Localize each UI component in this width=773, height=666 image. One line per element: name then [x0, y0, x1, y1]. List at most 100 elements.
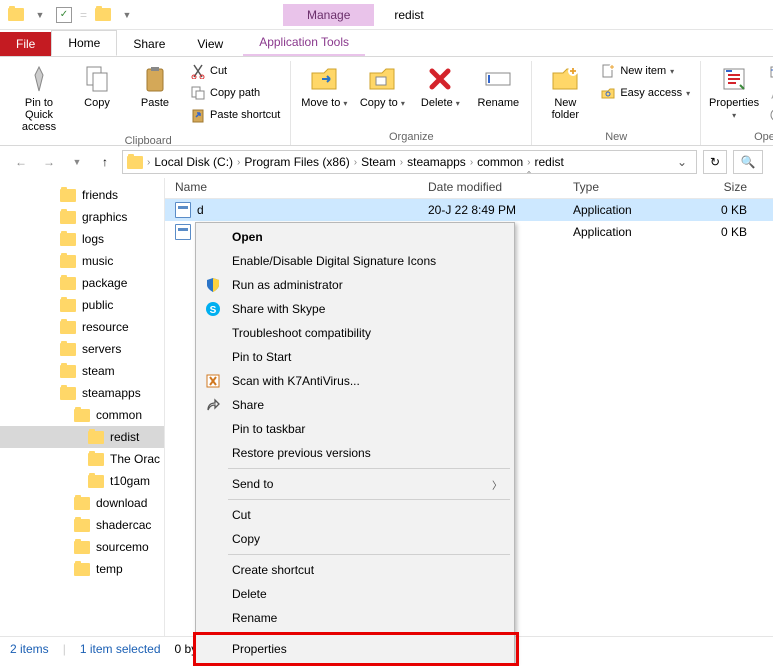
move-to-button[interactable]: Move to ▾	[297, 61, 351, 112]
ctx-pin-taskbar[interactable]: Pin to taskbar	[198, 417, 512, 441]
tree-item-label: public	[82, 298, 113, 312]
shield-icon	[204, 276, 222, 294]
ctx-delete[interactable]: Delete	[198, 582, 512, 606]
crumb-4[interactable]: common	[475, 155, 525, 169]
crumb-3[interactable]: steamapps	[405, 155, 468, 169]
folder-icon	[60, 321, 76, 334]
copy-icon	[81, 63, 113, 95]
new-folder-button[interactable]: New folder	[538, 61, 592, 123]
address-dropdown[interactable]: ⌄	[672, 155, 692, 169]
tree-item-temp[interactable]: temp	[0, 558, 164, 580]
paste-button[interactable]: Paste	[128, 61, 182, 111]
tree-item-servers[interactable]: servers	[0, 338, 164, 360]
recent-locations-button[interactable]: ▼	[66, 151, 88, 173]
tree-item-steamapps[interactable]: steamapps	[0, 382, 164, 404]
navigation-tree[interactable]: friendsgraphics logs musicpackage public res…	[0, 178, 165, 636]
tree-item-download[interactable]: download	[0, 492, 164, 514]
copy-path-button[interactable]: Copy path	[186, 83, 284, 103]
folder-icon	[74, 409, 90, 422]
tab-application-tools[interactable]: Application Tools	[243, 30, 365, 56]
tree-item-resource[interactable]: resource	[0, 316, 164, 338]
rename-button[interactable]: Rename	[471, 61, 525, 111]
ctx-copy[interactable]: Copy	[198, 527, 512, 551]
ctx-restore[interactable]: Restore previous versions	[198, 441, 512, 465]
edit-button[interactable]: Edit	[765, 83, 773, 103]
crumb-2[interactable]: Steam	[359, 155, 398, 169]
ctx-separator	[228, 468, 510, 469]
status-selected: 1 item selected	[80, 642, 161, 656]
crumb-5[interactable]: redist	[533, 155, 566, 169]
cut-button[interactable]: Cut	[186, 61, 284, 81]
crumb-1[interactable]: Program Files (x86)	[242, 155, 351, 169]
column-type[interactable]: Type	[565, 180, 695, 194]
history-button[interactable]: History	[765, 105, 773, 125]
new-item-button[interactable]: New item ▾	[596, 61, 694, 81]
folder-icon	[60, 233, 76, 246]
qat-dropdown-1[interactable]: ▼	[32, 7, 48, 23]
file-date: 20-J 22 8:49 PM	[420, 203, 565, 217]
tree-item-logs[interactable]: logs	[0, 228, 164, 250]
copy-button[interactable]: Copy	[70, 61, 124, 111]
ctx-properties[interactable]: Properties	[198, 637, 512, 661]
tree-item-package[interactable]: package	[0, 272, 164, 294]
column-name[interactable]: Name	[165, 180, 420, 194]
tree-item-steam[interactable]: steam	[0, 360, 164, 382]
folder-icon	[74, 497, 90, 510]
ctx-pin-start[interactable]: Pin to Start	[198, 345, 512, 369]
group-label-organize: Organize	[389, 131, 434, 145]
paste-shortcut-button[interactable]: Paste shortcut	[186, 105, 284, 125]
tree-item-common[interactable]: common	[0, 404, 164, 426]
ribbon-group-new: New folder New item ▾ Easy access ▾ New	[532, 61, 701, 145]
qat-checkbox-icon[interactable]: ✓	[56, 7, 72, 23]
easy-access-button[interactable]: Easy access ▾	[596, 83, 694, 103]
file-size: 0 KB	[695, 203, 755, 217]
ctx-troubleshoot[interactable]: Troubleshoot compatibility	[198, 321, 512, 345]
ctx-rename[interactable]: Rename	[198, 606, 512, 630]
ctx-create-shortcut[interactable]: Create shortcut	[198, 558, 512, 582]
ctx-digital-signature[interactable]: Enable/Disable Digital Signature Icons	[198, 249, 512, 273]
copy-to-button[interactable]: Copy to ▾	[355, 61, 409, 112]
ctx-share-skype[interactable]: SShare with Skype	[198, 297, 512, 321]
crumb-0[interactable]: Local Disk (C:)	[152, 155, 235, 169]
tree-item-music[interactable]: music	[0, 250, 164, 272]
tree-item-friends[interactable]: friends	[0, 184, 164, 206]
pin-to-quick-access-button[interactable]: Pin to Quick access	[12, 61, 66, 135]
ctx-open[interactable]: Open	[198, 225, 512, 249]
qat-dropdown-2[interactable]: ▼	[119, 7, 135, 23]
folder-icon	[60, 365, 76, 378]
tree-item-t10gam[interactable]: t10gam	[0, 470, 164, 492]
share-icon	[204, 396, 222, 414]
tree-item-graphics[interactable]: graphics	[0, 206, 164, 228]
ctx-cut[interactable]: Cut	[198, 503, 512, 527]
tab-share[interactable]: Share	[117, 32, 181, 56]
context-menu: Open Enable/Disable Digital Signature Ic…	[195, 222, 515, 664]
tab-home[interactable]: Home	[51, 30, 117, 56]
delete-button[interactable]: Delete ▾	[413, 61, 467, 112]
column-size[interactable]: Size	[695, 180, 755, 194]
open-icon	[769, 63, 773, 79]
group-label-clipboard: Clipboard	[125, 135, 172, 149]
open-button[interactable]: Open ▾	[765, 61, 773, 81]
edit-icon	[769, 85, 773, 101]
ctx-send-to[interactable]: Send to〉	[198, 472, 512, 496]
tab-view[interactable]: View	[181, 32, 239, 56]
back-button[interactable]: ←	[10, 151, 32, 173]
forward-button[interactable]: →	[38, 151, 60, 173]
new-item-icon	[600, 63, 616, 79]
contextual-tab-manage[interactable]: Manage	[283, 4, 374, 26]
ctx-k7-scan[interactable]: Scan with K7AntiVirus...	[198, 369, 512, 393]
tree-item-the-orac[interactable]: The Orac	[0, 448, 164, 470]
copy-path-icon	[190, 85, 206, 101]
file-row[interactable]: d20-J 22 8:49 PMApplication0 KB	[165, 199, 773, 221]
up-button[interactable]: ↑	[94, 151, 116, 173]
properties-button[interactable]: Properties ▾	[707, 61, 761, 124]
column-date[interactable]: Date modified	[420, 180, 565, 194]
tree-item-redist[interactable]: redist	[0, 426, 164, 448]
tree-item-label: logs	[82, 232, 104, 246]
ctx-share[interactable]: Share	[198, 393, 512, 417]
tree-item-sourcemo[interactable]: sourcemo	[0, 536, 164, 558]
tree-item-shadercac[interactable]: shadercac	[0, 514, 164, 536]
tab-file[interactable]: File	[0, 32, 51, 56]
tree-item-public[interactable]: public	[0, 294, 164, 316]
ctx-run-as-admin[interactable]: Run as administrator	[198, 273, 512, 297]
